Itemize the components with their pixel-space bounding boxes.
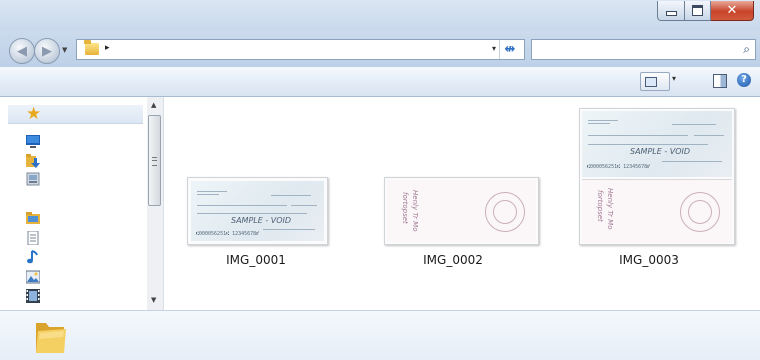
star-icon: ★ bbox=[26, 104, 42, 124]
help-icon: ? bbox=[741, 74, 747, 85]
void-mark: SAMPLE - VOID bbox=[231, 216, 292, 225]
scrollbar-thumb[interactable] bbox=[148, 115, 161, 206]
micr-line: ⑆000056251⑆ 12345678⑈ bbox=[196, 231, 260, 237]
pictures-icon[interactable] bbox=[26, 270, 40, 284]
music-icon[interactable] bbox=[26, 250, 40, 264]
check-front-image: SAMPLE - VOID ⑆000056251⑆ 12345678⑈ bbox=[191, 181, 324, 241]
thumbnail-image: fortopset Henly Tr Mo bbox=[384, 177, 539, 245]
help-button[interactable]: ? bbox=[737, 73, 751, 87]
videos-icon[interactable] bbox=[26, 289, 40, 303]
scroll-down-arrow-icon[interactable]: ▼ bbox=[151, 296, 156, 304]
nav-item-favorites[interactable]: ★ bbox=[8, 104, 143, 124]
file-name[interactable]: IMG_0001 bbox=[176, 253, 336, 267]
check-back-image: fortopset Henly Tr Mo bbox=[387, 180, 536, 242]
maximize-icon bbox=[692, 5, 703, 16]
back-button[interactable]: ◀ bbox=[9, 38, 35, 64]
recent-pages-dropdown[interactable]: ▼ bbox=[62, 46, 67, 54]
preview-pane-button[interactable] bbox=[713, 74, 727, 88]
thumbnail-image: SAMPLE - VOID ⑆000056251⑆ 12345678⑈ bbox=[187, 177, 328, 245]
command-bar: ▾ ? bbox=[0, 67, 760, 97]
view-options-dropdown[interactable]: ▾ bbox=[672, 74, 676, 83]
minimize-icon bbox=[665, 11, 677, 16]
nav-scrollbar[interactable]: ▲ ▼ bbox=[147, 97, 163, 310]
file-name[interactable]: IMG_0002 bbox=[373, 253, 533, 267]
refresh-button[interactable]: ↮ bbox=[499, 40, 520, 59]
address-dropdown-icon[interactable]: ▾ bbox=[492, 44, 496, 53]
view-icon bbox=[645, 77, 657, 87]
close-icon: ✕ bbox=[726, 3, 738, 18]
documents-icon[interactable] bbox=[26, 231, 40, 245]
thumbnail-image: SAMPLE - VOID ⑆000056251⑆ 12345678⑈ fort… bbox=[579, 108, 735, 245]
folder-icon bbox=[84, 40, 99, 55]
refresh-icon: ↮ bbox=[504, 42, 516, 57]
search-input[interactable]: ⌕ bbox=[531, 39, 756, 60]
file-list: SAMPLE - VOID ⑆000056251⑆ 12345678⑈ IMG_… bbox=[164, 97, 760, 310]
folder-icon bbox=[36, 323, 66, 353]
libraries-icon[interactable] bbox=[26, 211, 40, 225]
forward-button[interactable]: ▶ bbox=[34, 38, 60, 64]
void-mark: SAMPLE - VOID bbox=[630, 147, 691, 156]
change-view-button[interactable] bbox=[640, 72, 670, 91]
address-bar[interactable]: ▸ ▾ ↮ bbox=[76, 39, 525, 60]
close-button[interactable]: ✕ bbox=[711, 1, 754, 21]
minimize-button[interactable] bbox=[657, 1, 685, 21]
maximize-button[interactable] bbox=[685, 1, 711, 21]
forward-arrow-icon: ▶ bbox=[42, 43, 52, 59]
file-name[interactable]: IMG_0003 bbox=[569, 253, 729, 267]
micr-line: ⑆000056251⑆ 12345678⑈ bbox=[587, 164, 651, 170]
breadcrumb-arrow-icon[interactable]: ▸ bbox=[105, 43, 110, 53]
downloads-icon[interactable] bbox=[26, 154, 40, 168]
back-arrow-icon: ◀ bbox=[17, 43, 27, 59]
check-back-image: fortopset Henly Tr Mo bbox=[582, 179, 732, 243]
scrollbar-grip-icon bbox=[152, 157, 157, 166]
navigation-pane: ★ ▲ ▼ bbox=[0, 97, 164, 310]
title-bar: ✕ bbox=[0, 0, 760, 30]
check-front-image: SAMPLE - VOID ⑆000056251⑆ 12345678⑈ bbox=[582, 111, 732, 177]
navigation-bar: ◀ ▶ ▼ ▸ ▾ ↮ ⌕ bbox=[0, 30, 760, 67]
details-pane bbox=[0, 310, 760, 360]
window-controls: ✕ bbox=[657, 1, 754, 21]
desktop-icon[interactable] bbox=[26, 134, 40, 148]
search-icon[interactable]: ⌕ bbox=[743, 42, 750, 57]
recent-places-icon[interactable] bbox=[26, 172, 40, 186]
scroll-up-arrow-icon[interactable]: ▲ bbox=[151, 101, 156, 109]
